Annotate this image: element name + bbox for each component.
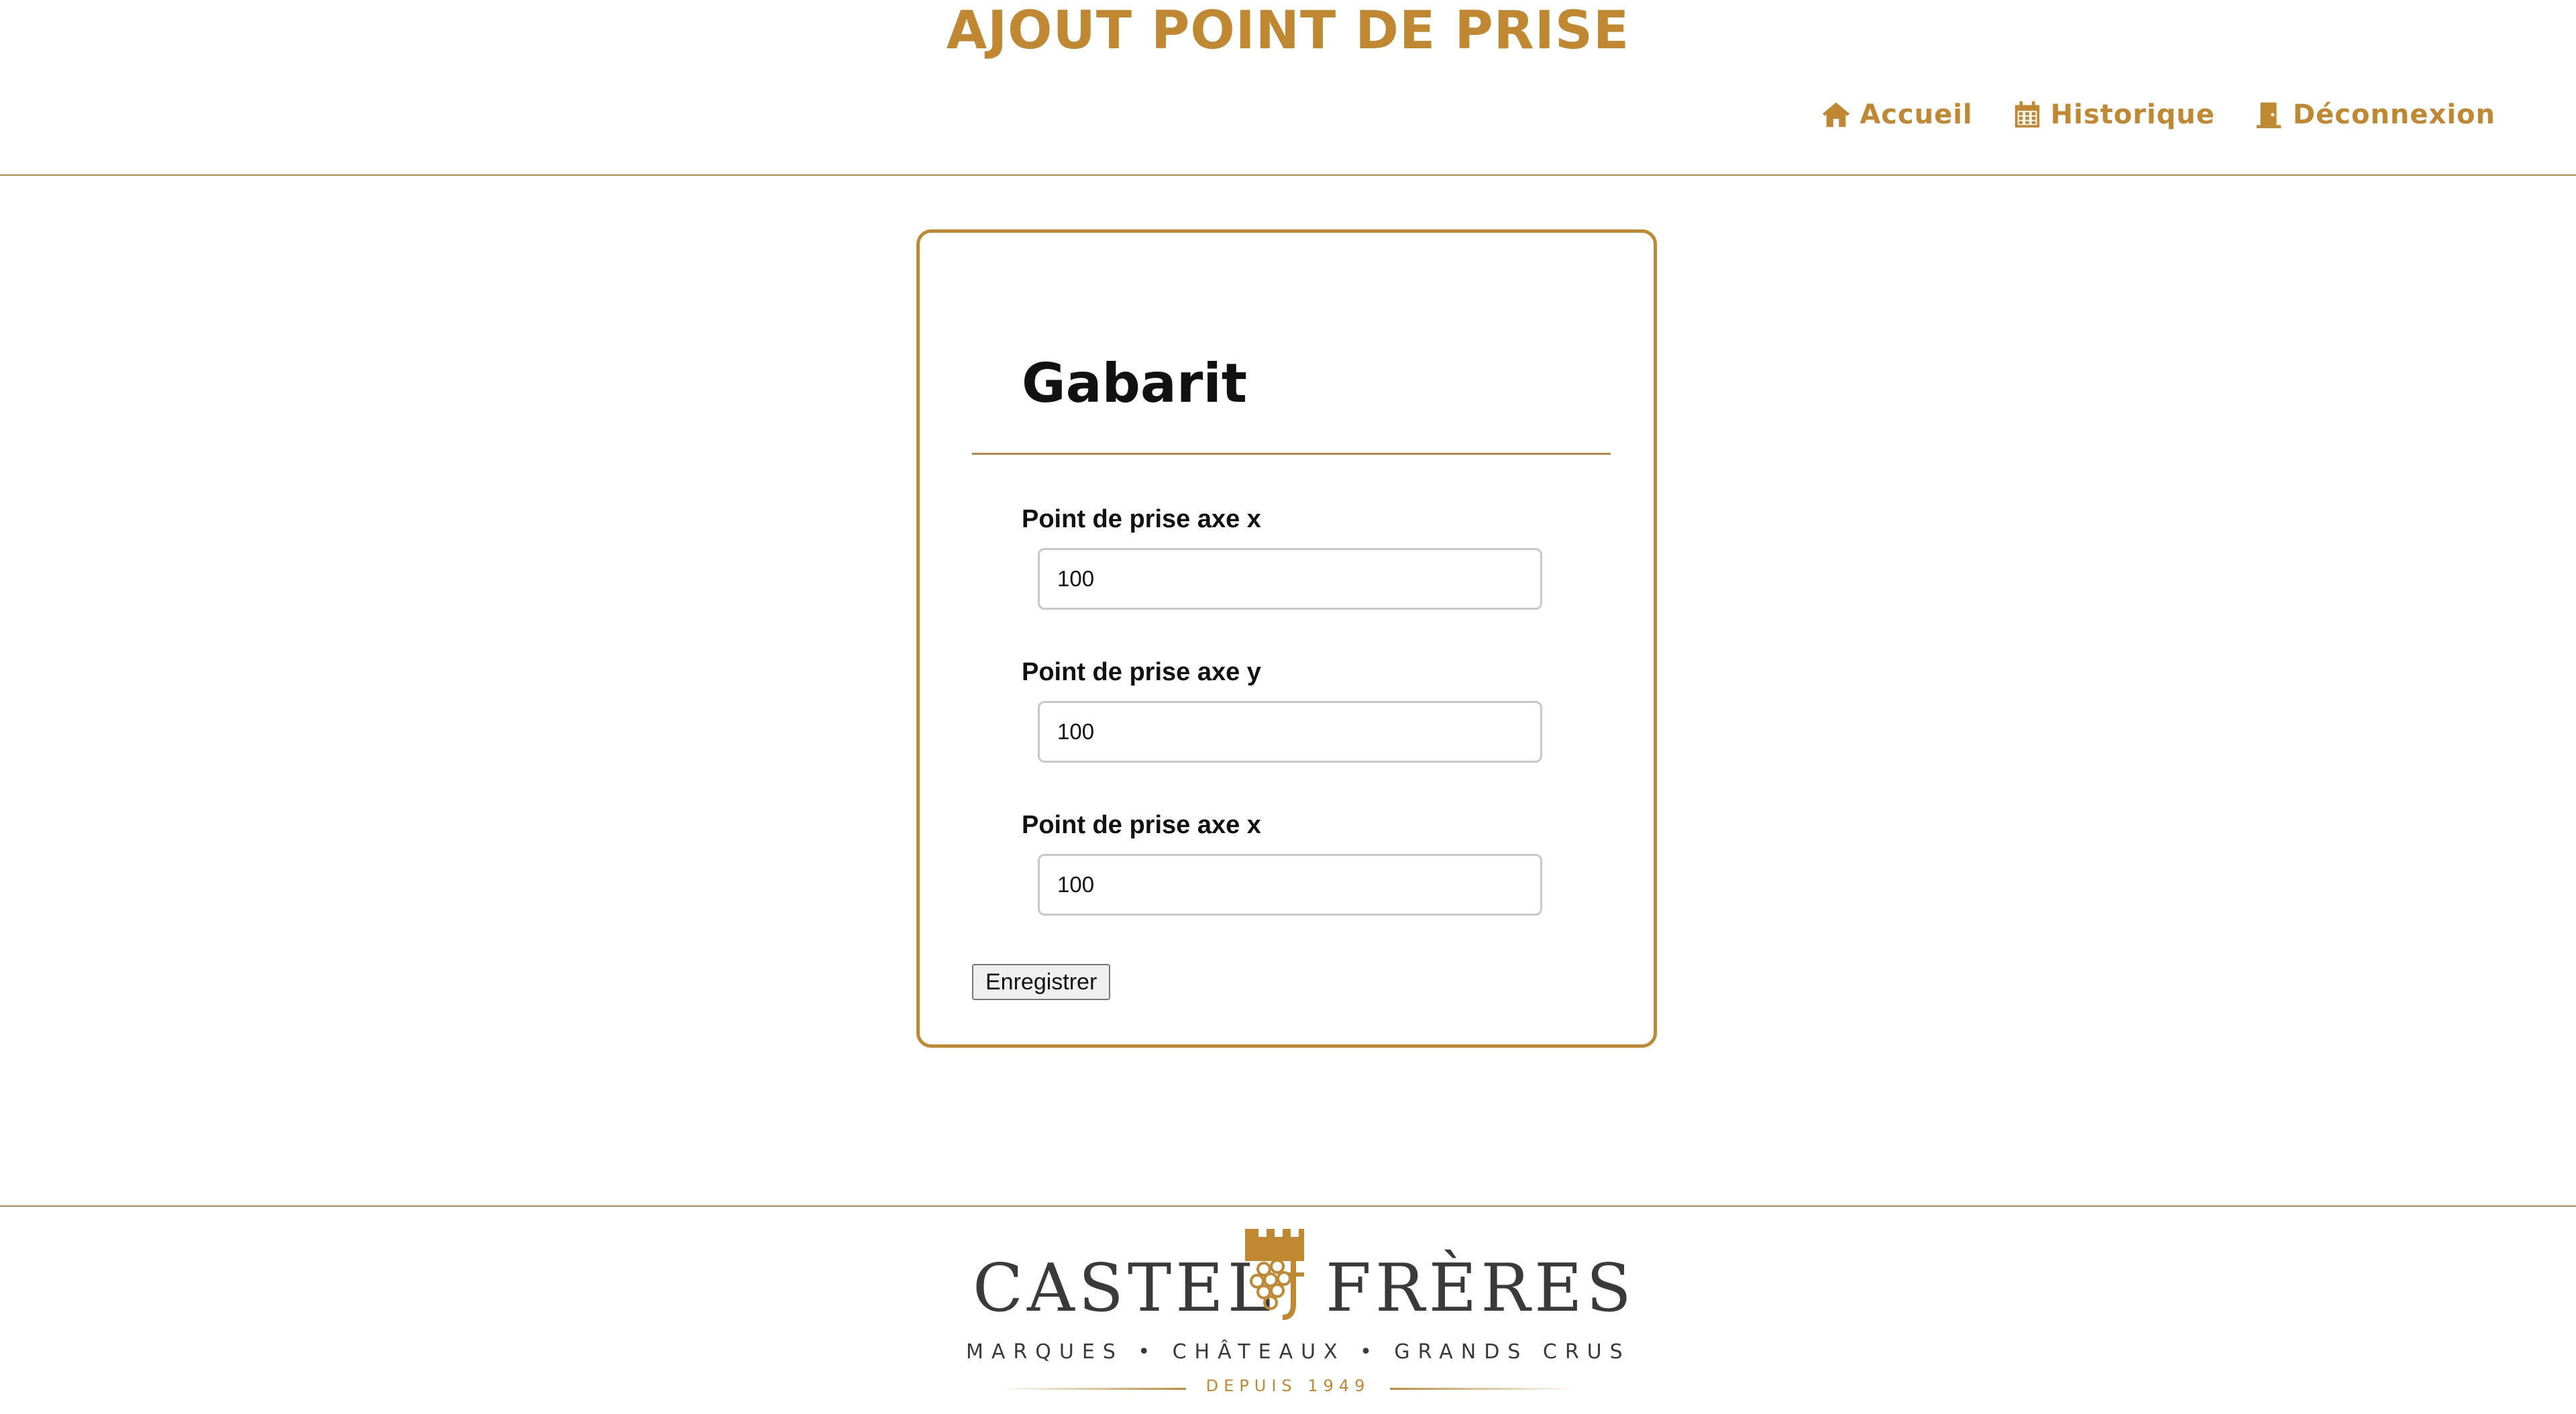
axe-x-input[interactable] — [1038, 548, 1542, 610]
castle-emblem-icon — [1245, 1229, 1304, 1320]
logo-word-castel: CASTEL — [973, 1250, 1275, 1327]
nav-label-deconnexion: Déconnexion — [2292, 99, 2496, 130]
nav-item-accueil[interactable]: Accueil — [1821, 99, 1972, 130]
castel-freres-logo: CASTEL FRÈRES MARQUES • CHÂTEAUX • GRAND… — [966, 1221, 1631, 1409]
logo-word-freres: FRÈRES — [1326, 1250, 1635, 1327]
home-icon — [1823, 102, 1850, 127]
door-icon — [2256, 102, 2282, 129]
page-title: AJOUT POINT DE PRISE — [946, 1, 1630, 61]
card-title: Gabarit — [1022, 352, 1248, 415]
logo-since-row: DEPUIS 1949 — [966, 1376, 1610, 1401]
calendar-icon — [2015, 101, 2039, 128]
field-label-axe-x-2: Point de prise axe x — [1022, 811, 1261, 839]
field-label-axe-y: Point de prise axe y — [1022, 658, 1261, 686]
nav-label-historique: Historique — [2050, 99, 2215, 130]
header: AJOUT POINT DE PRISE Accueil Historique … — [0, 0, 2576, 176]
save-button[interactable]: Enregistrer — [972, 964, 1111, 1000]
axe-x-2-input[interactable] — [1038, 854, 1542, 916]
top-nav: Accueil Historique Déconnexion — [1821, 99, 2496, 130]
footer-divider — [0, 1205, 2576, 1207]
logo-since-line-right — [1390, 1388, 1578, 1390]
axe-y-input[interactable] — [1038, 701, 1542, 763]
nav-item-historique[interactable]: Historique — [2012, 99, 2215, 130]
logo-tagline: MARQUES • CHÂTEAUX • GRANDS CRUS — [966, 1340, 1631, 1364]
nav-item-deconnexion[interactable]: Déconnexion — [2254, 99, 2496, 130]
field-label-axe-x: Point de prise axe x — [1022, 505, 1261, 533]
nav-label-accueil: Accueil — [1860, 99, 1973, 130]
gabarit-card: Gabarit Point de prise axe x Point de pr… — [916, 229, 1657, 1048]
card-divider — [972, 453, 1611, 455]
logo-since: DEPUIS 1949 — [1205, 1376, 1371, 1395]
